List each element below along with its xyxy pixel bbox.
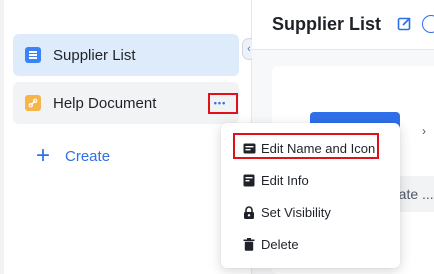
- sidebar-item-supplier-list[interactable]: Supplier List: [13, 34, 239, 76]
- highlight-more-button: [208, 93, 238, 114]
- main-header: Supplier List: [252, 0, 434, 50]
- menu-item-edit-info[interactable]: Edit Info: [221, 165, 400, 195]
- menu-item-label: Delete: [261, 236, 299, 252]
- info-icon[interactable]: [422, 15, 434, 33]
- page-title: Supplier List: [272, 14, 382, 34]
- sidebar-item-label: Supplier List: [53, 46, 136, 64]
- partial-icon: ›: [422, 124, 426, 138]
- link-icon: [25, 95, 41, 111]
- sidebar-item-help-document[interactable]: Help Document: [13, 82, 239, 124]
- create-label: Create: [65, 147, 111, 165]
- table-icon: [25, 47, 41, 63]
- edit-icon[interactable]: [397, 16, 412, 36]
- menu-item-set-visibility[interactable]: Set Visibility: [221, 197, 400, 227]
- trash-icon: [242, 237, 256, 251]
- sidebar: Supplier List Help Document + Create: [4, 0, 251, 274]
- note-edit-icon: [242, 173, 256, 187]
- lock-icon: [242, 205, 256, 219]
- menu-item-label: Edit Info: [261, 172, 309, 188]
- menu-item-delete[interactable]: Delete: [221, 229, 400, 259]
- sidebar-item-label: Help Document: [53, 94, 157, 112]
- menu-item-label: Set Visibility: [261, 204, 331, 220]
- plus-icon: +: [36, 142, 51, 169]
- create-button[interactable]: + Create: [36, 142, 111, 169]
- chevron-left-icon: ‹: [247, 43, 251, 55]
- highlight-edit-name-and-icon: [233, 133, 379, 159]
